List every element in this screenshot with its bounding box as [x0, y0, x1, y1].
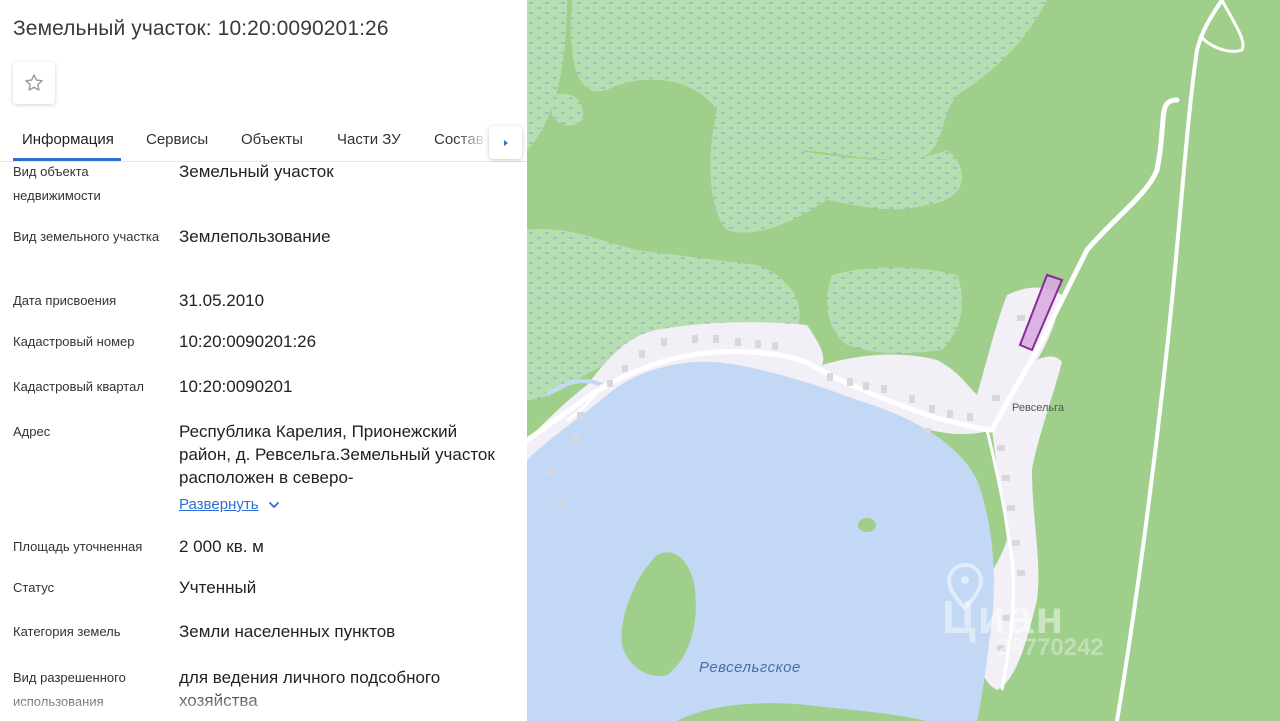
tab-fade [455, 120, 489, 160]
expand-label: Развернуть [179, 496, 259, 513]
label-land-category: Категория земель [13, 624, 121, 639]
value-area: 2 000 кв. м [179, 537, 264, 556]
tab-parts[interactable]: Части ЗУ [337, 131, 401, 148]
tab-info[interactable]: Информация [22, 131, 114, 148]
swamp-area-east [827, 267, 962, 354]
lake-label: Ревсельгское [699, 659, 801, 676]
value-permitted-use: для ведения личного подсобного хозяйства [179, 668, 441, 710]
tab-objects[interactable]: Объекты [241, 131, 303, 148]
lake-islet [858, 518, 876, 532]
tab-services[interactable]: Сервисы [146, 131, 208, 148]
star-outline-icon [25, 74, 43, 91]
map-canvas[interactable]: Ревсельга Ревсельгское [527, 0, 1280, 721]
value-cadastral-quarter: 10:20:0090201 [179, 377, 293, 396]
label-permitted-use: Вид разрешенного использования [13, 670, 126, 709]
label-status: Статус [13, 580, 55, 595]
triangle-right-icon [503, 139, 508, 146]
tab-bar: Информация Сервисы Объекты Части ЗУ Сост… [0, 120, 527, 162]
label-cadastral-number: Кадастровый номер [13, 334, 135, 349]
label-cadastral-quarter: Кадастровый квартал [13, 379, 144, 394]
tabs-next-button[interactable] [489, 126, 522, 159]
info-panel: Земельный участок: 10:20:0090201:26 Инфо… [0, 0, 527, 721]
value-land-category: Земли населенных пунктов [179, 622, 396, 641]
page-title: Земельный участок: 10:20:0090201:26 [13, 17, 389, 40]
label-object-type: Вид объекта недвижимости [13, 164, 101, 203]
label-address: Адрес [13, 424, 51, 439]
value-object-type: Земельный участок [179, 162, 334, 181]
village-label: Ревсельга [1012, 402, 1065, 414]
label-plot-type: Вид земельного участка [13, 229, 160, 244]
value-assign-date: 31.05.2010 [179, 291, 265, 310]
value-cadastral-number: 10:20:0090201:26 [179, 332, 317, 351]
value-plot-type: Землепользование [179, 227, 331, 246]
favorite-button[interactable] [13, 62, 55, 104]
map-view[interactable]: Ревсельга Ревсельгское Циан 28770242 [527, 0, 1280, 721]
value-address: Республика Карелия, Прионежский район, д… [179, 422, 495, 487]
chevron-down-icon [268, 501, 279, 508]
value-status: Учтенный [179, 578, 257, 597]
expand-address-link[interactable]: Развернуть [179, 496, 281, 513]
watermark-id: 28770242 [997, 634, 1104, 661]
label-area: Площадь уточненная [13, 539, 143, 554]
label-assign-date: Дата присвоения [13, 293, 117, 308]
